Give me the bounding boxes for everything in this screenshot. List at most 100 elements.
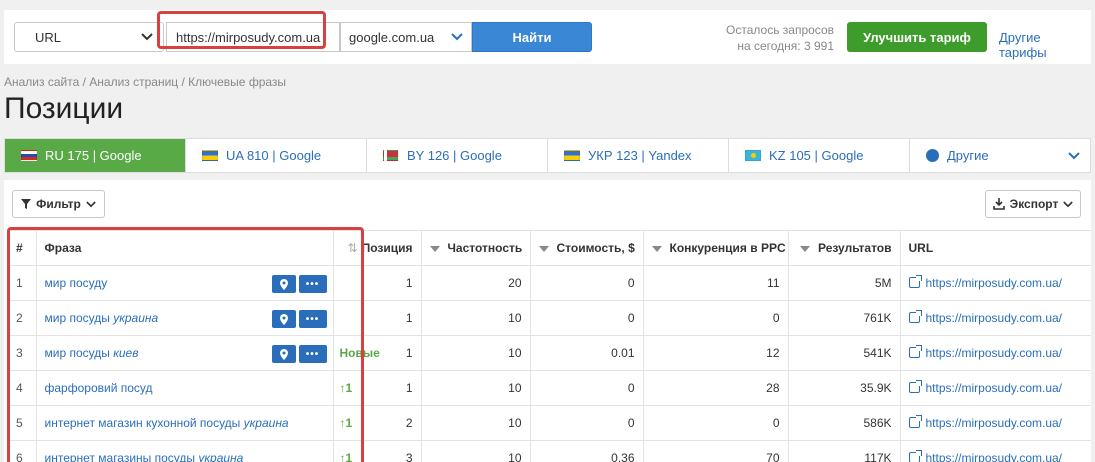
position-cell: ↑1 2	[333, 405, 422, 441]
position-cell: 1	[333, 300, 422, 336]
frequency-cell: 10	[421, 300, 531, 336]
competition-cell: 12	[643, 335, 789, 371]
competition-cell: 11	[643, 265, 789, 301]
phrase-link[interactable]: интернет магазины посуды украина	[45, 451, 244, 462]
sort-desc-icon	[651, 245, 662, 252]
col-header-competition[interactable]: Конкуренция в PPC	[643, 230, 789, 266]
other-plans-link[interactable]: Другие тарифы	[999, 30, 1091, 60]
position-cell: Новые 1	[333, 335, 422, 371]
phrase-cell: мир посуды киев •••	[36, 335, 334, 371]
results-cell: 5M	[788, 265, 901, 301]
phrase-emphasis: украина	[113, 311, 159, 325]
tab-ru-google[interactable]: RU 175 | Google	[5, 139, 186, 172]
external-link-icon	[908, 380, 922, 393]
filter-icon	[21, 199, 32, 209]
ukraine-flag-icon	[202, 150, 218, 161]
keywords-table: # Фраза ⇅ Позиция Частотность Стоимость, …	[8, 230, 1091, 462]
row-number: 3	[8, 335, 37, 371]
results-cell: 541K	[788, 335, 901, 371]
col-header-cost[interactable]: Стоимость, $	[530, 230, 644, 266]
search-type-select[interactable]: URL	[14, 22, 164, 52]
more-dots-icon: •••	[305, 278, 320, 290]
phrase-cell: мир посуды украина •••	[36, 300, 334, 336]
col-header-frequency-label: Частотность	[447, 241, 523, 255]
phrase-link[interactable]: интернет магазин кухонной посуды украина	[45, 416, 289, 430]
row-actions: •••	[271, 310, 327, 328]
row-number: 4	[8, 370, 37, 406]
find-button[interactable]: Найти	[472, 22, 592, 52]
url-link[interactable]: https://mirposudy.com.ua/	[926, 451, 1063, 462]
tab-kz-google[interactable]: KZ 105 | Google	[729, 139, 910, 172]
url-link[interactable]: https://mirposudy.com.ua/	[926, 381, 1063, 395]
col-header-competition-label: Конкуренция в PPC	[669, 241, 786, 255]
belarus-flag-icon	[383, 150, 399, 161]
chevron-down-icon	[86, 200, 96, 207]
url-link[interactable]: https://mirposudy.com.ua/	[926, 311, 1063, 325]
location-pin-icon	[279, 278, 288, 290]
col-header-frequency[interactable]: Частотность	[421, 230, 531, 266]
cost-cell: 0	[530, 300, 644, 336]
chevron-down-icon	[1068, 151, 1080, 159]
row-actions: •••	[271, 275, 327, 293]
location-pin-button[interactable]	[271, 310, 296, 328]
cost-cell: 0.36	[530, 440, 644, 462]
url-cell: https://mirposudy.com.ua/	[900, 440, 1091, 462]
filter-button[interactable]: Фильтр	[12, 190, 105, 218]
row-number: 2	[8, 300, 37, 336]
position-value: 3	[405, 451, 413, 462]
position-value: 2	[405, 416, 413, 430]
tab-by-google[interactable]: BY 126 | Google	[367, 139, 548, 172]
more-dots-icon: •••	[305, 348, 320, 360]
phrase-cell: интернет магазин кухонной посуды украина	[36, 405, 334, 441]
more-actions-button[interactable]: •••	[298, 310, 327, 328]
phrase-text: фарфоровий посуд	[44, 381, 153, 395]
competition-cell: 0	[643, 300, 789, 336]
more-dots-icon: •••	[305, 313, 320, 325]
tab-label: BY 126 | Google	[407, 148, 502, 163]
position-change: ↑1	[339, 416, 353, 430]
frequency-cell: 10	[421, 370, 531, 406]
frequency-cell: 20	[421, 265, 531, 301]
quota-line-1: Осталось запросов	[726, 23, 834, 37]
location-pin-button[interactable]	[271, 275, 296, 293]
search-engine-select[interactable]: google.com.ua	[340, 22, 472, 52]
more-actions-button[interactable]: •••	[298, 345, 327, 363]
phrase-link[interactable]: мир посуду	[45, 276, 108, 290]
requests-quota: Осталось запросов на сегодня: 3 991	[694, 22, 834, 54]
results-cell: 117K	[788, 440, 901, 462]
col-header-results[interactable]: Результатов	[788, 230, 901, 266]
export-label: Экспорт	[1009, 197, 1059, 211]
phrase-cell: интернет магазины посуды украина	[36, 440, 334, 462]
tab-other-regions[interactable]: Другие	[910, 139, 1090, 172]
external-link-icon	[908, 450, 922, 462]
chevron-down-icon	[1063, 200, 1074, 207]
sort-desc-icon	[538, 245, 549, 252]
breadcrumb: Анализ сайта / Анализ страниц / Ключевые…	[4, 75, 287, 89]
url-input[interactable]: https://mirposudy.com.ua	[166, 22, 340, 52]
positions-panel: Фильтр Экспорт # Фраза ⇅ Позиция Частотно…	[4, 180, 1091, 462]
url-link[interactable]: https://mirposudy.com.ua/	[926, 276, 1063, 290]
col-header-position[interactable]: ⇅ Позиция	[333, 230, 422, 266]
phrase-link[interactable]: мир посуды украина	[45, 311, 159, 325]
competition-cell: 0	[643, 405, 789, 441]
cost-cell: 0	[530, 265, 644, 301]
tab-label: Другие	[947, 148, 989, 163]
more-actions-button[interactable]: •••	[298, 275, 327, 293]
location-pin-button[interactable]	[271, 345, 296, 363]
frequency-cell: 10	[421, 405, 531, 441]
url-link[interactable]: https://mirposudy.com.ua/	[926, 346, 1063, 360]
phrase-link[interactable]: фарфоровий посуд	[45, 381, 153, 395]
phrase-text: мир посуды	[44, 346, 114, 360]
export-button[interactable]: Экспорт	[985, 190, 1081, 218]
phrase-link[interactable]: мир посуды киев	[45, 346, 139, 360]
tab-ua-google[interactable]: UA 810 | Google	[186, 139, 367, 172]
col-header-cost-label: Стоимость, $	[556, 241, 635, 255]
tab-label: RU 175 | Google	[45, 148, 142, 163]
upgrade-plan-button[interactable]: Улучшить тариф	[847, 22, 987, 52]
tab-ukr-yandex[interactable]: УКР 123 | Yandex	[548, 139, 729, 172]
chevron-down-icon	[141, 33, 153, 41]
url-link[interactable]: https://mirposudy.com.ua/	[926, 416, 1063, 430]
col-header-num: #	[8, 230, 37, 266]
sort-icon: ⇅	[347, 241, 358, 255]
col-header-phrase[interactable]: Фраза	[36, 230, 334, 266]
